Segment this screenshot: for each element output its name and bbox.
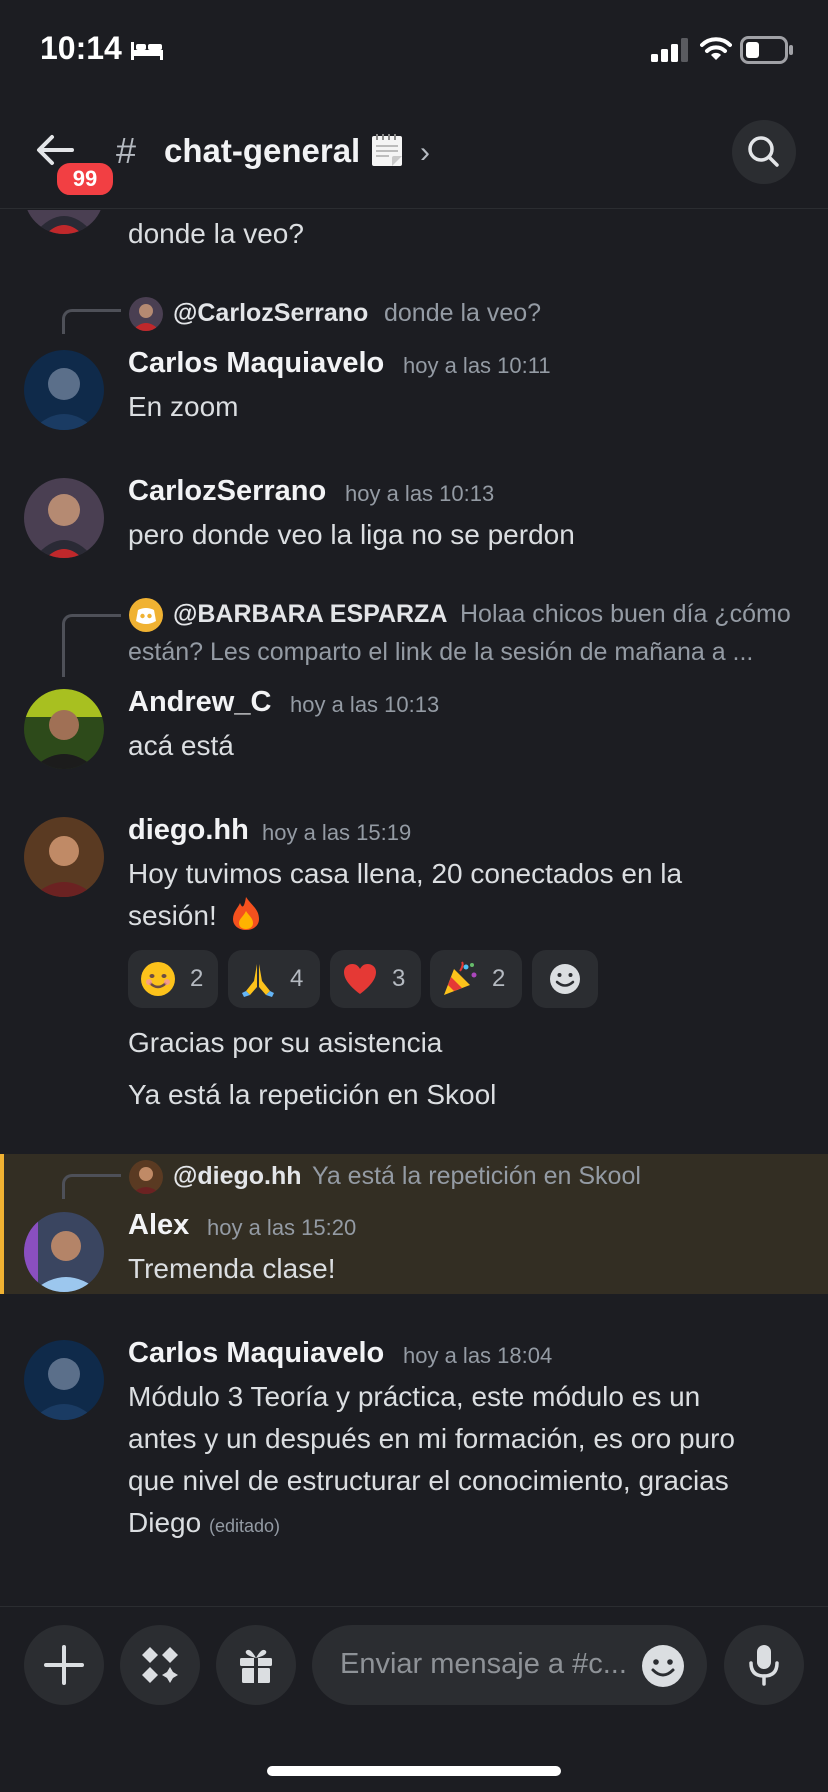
reply-author[interactable]: @BARBARA ESPARZA — [173, 600, 447, 629]
message-text-last: Diego — [128, 1507, 202, 1538]
reply-preview[interactable]: Ya está la repetición en Skool — [312, 1162, 641, 1191]
message-timestamp: hoy a las 18:04 — [403, 1343, 553, 1368]
avatar-alex[interactable] — [24, 1212, 104, 1292]
reaction-count: 2 — [492, 965, 506, 992]
reply-author[interactable]: @CarlozSerrano — [173, 299, 368, 328]
message-text-line: Diego (editado) — [128, 1502, 280, 1547]
gift-button[interactable] — [216, 1625, 296, 1705]
reply-preview[interactable]: Holaa chicos buen día ¿cómo — [460, 600, 791, 629]
message-feed[interactable]: donde la veo? @CarlozSerrano donde la ve… — [0, 210, 828, 1605]
message-author[interactable]: Alex — [128, 1209, 189, 1242]
edited-label: (editado) — [208, 1516, 280, 1536]
message-text-line: antes y un después en mi formación, es o… — [128, 1423, 736, 1454]
battery-icon — [740, 36, 793, 64]
voice-message-button[interactable] — [724, 1625, 804, 1705]
message-timestamp: hoy a las 15:20 — [207, 1215, 357, 1240]
message-text-continued: sesión! — [128, 895, 263, 937]
channel-details-chevron-icon[interactable]: › — [420, 136, 430, 170]
reaction-count: 4 — [290, 965, 304, 992]
message-author[interactable]: Carlos Maquiavelo — [128, 1337, 384, 1370]
reply-avatar — [129, 297, 163, 331]
avatar-carlos-maquiavelo[interactable] — [24, 350, 104, 430]
reaction-count: 2 — [190, 965, 204, 992]
reply-avatar-discord-default — [129, 598, 163, 632]
smile-emoji-icon — [141, 962, 175, 996]
message-author[interactable]: diego.hh — [128, 814, 249, 847]
add-reaction-button[interactable] — [532, 950, 598, 1008]
message-text-line: que nivel de estructurar el conocimiento… — [128, 1465, 729, 1496]
pray-emoji-icon — [242, 964, 274, 997]
unread-badge: 99 — [54, 160, 116, 198]
reaction-count: 3 — [392, 965, 406, 992]
message-text-line: Módulo 3 Teoría y práctica, este módulo … — [128, 1381, 701, 1412]
message-text-line-2: sesión! — [128, 900, 217, 931]
heart-emoji-icon — [344, 964, 376, 994]
reaction-party[interactable]: 2 — [430, 950, 522, 1008]
composer-bar: Enviar mensaje a #c... — [0, 1606, 828, 1727]
reaction-smile[interactable]: 2 — [128, 950, 218, 1008]
message-timestamp: hoy a las 10:11 — [403, 353, 551, 378]
gift-icon — [240, 1649, 272, 1683]
message-text: Tremenda clase! — [128, 1253, 336, 1284]
plus-icon — [44, 1645, 84, 1685]
avatar-carlozserrano[interactable] — [24, 478, 104, 558]
notepad-emoji-icon — [372, 134, 403, 166]
message-input-placeholder: Enviar mensaje a #c... — [340, 1648, 627, 1680]
cellular-signal-icon — [651, 38, 688, 62]
reply-author[interactable]: @diego.hh — [173, 1162, 302, 1191]
home-indicator[interactable] — [267, 1766, 561, 1776]
message-author[interactable]: Carlos Maquiavelo — [128, 347, 384, 380]
status-bar: 10:14 — [0, 0, 828, 100]
reply-connector — [62, 614, 121, 677]
message-text: pero donde veo la liga no se perdon — [128, 519, 575, 550]
apps-button[interactable] — [120, 1625, 200, 1705]
channel-header: 99 # chat-general › — [0, 100, 828, 209]
add-reaction-icon — [550, 964, 580, 994]
message-input[interactable]: Enviar mensaje a #c... — [312, 1625, 707, 1705]
party-emoji-icon — [444, 961, 477, 995]
message-timestamp: hoy a las 15:19 — [262, 820, 412, 845]
reaction-heart[interactable]: 3 — [330, 950, 421, 1008]
message-text: Hoy tuvimos casa llena, 20 conectados en… — [128, 858, 683, 889]
message-author[interactable]: Andrew_C — [128, 686, 271, 719]
status-time: 10:14 — [40, 30, 122, 66]
sleep-focus-icon — [131, 42, 163, 60]
reply-avatar — [129, 1160, 163, 1194]
avatar-diego-hh[interactable] — [24, 817, 104, 897]
message-text: donde la veo? — [128, 218, 304, 249]
message-text-followup: Gracias por su asistencia — [128, 1027, 443, 1058]
emoji-picker-icon[interactable] — [640, 1643, 686, 1689]
channel-title[interactable]: chat-general — [164, 132, 405, 170]
avatar-carlozserrano[interactable] — [24, 210, 104, 234]
message-text: En zoom — [128, 391, 239, 422]
channel-hash-icon: # — [116, 130, 137, 171]
search-button[interactable] — [732, 120, 796, 184]
reaction-pray[interactable]: 4 — [228, 950, 320, 1008]
message-text-followup: Ya está la repetición en Skool — [128, 1079, 497, 1110]
microphone-icon — [749, 1645, 779, 1686]
fire-emoji-icon — [232, 897, 259, 930]
reply-connector — [62, 309, 121, 334]
message-timestamp: hoy a las 10:13 — [290, 692, 440, 717]
channel-name: chat-general — [164, 132, 361, 169]
reply-preview-continued[interactable]: están? Les comparto el link de la sesión… — [128, 638, 753, 667]
wifi-icon — [700, 37, 732, 60]
avatar-andrew-c[interactable] — [24, 689, 104, 769]
message-author[interactable]: CarlozSerrano — [128, 475, 326, 508]
apps-icon — [142, 1647, 178, 1683]
reply-preview[interactable]: donde la veo? — [384, 299, 541, 328]
search-icon — [748, 136, 779, 167]
reply-connector — [62, 1174, 121, 1199]
message-timestamp: hoy a las 10:13 — [345, 481, 495, 506]
message-text: acá está — [128, 730, 234, 761]
avatar-carlos-maquiavelo[interactable] — [24, 1340, 104, 1420]
attach-button[interactable] — [24, 1625, 104, 1705]
